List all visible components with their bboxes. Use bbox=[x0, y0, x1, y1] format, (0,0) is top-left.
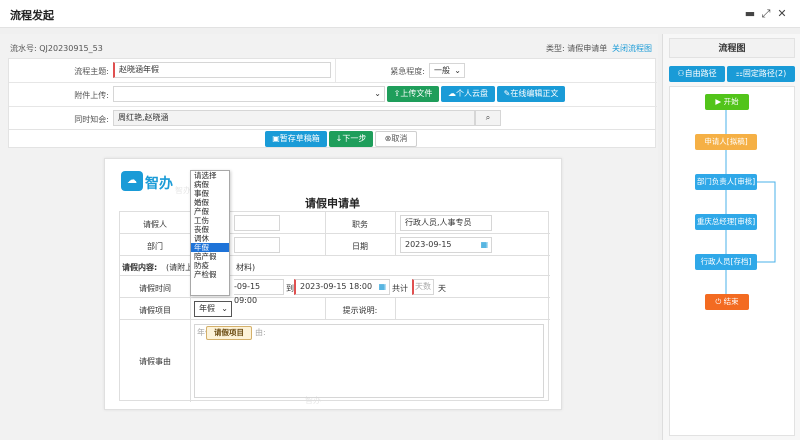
free-path-button[interactable]: ⚇自由路径 bbox=[669, 66, 725, 82]
fixed-path-button[interactable]: ⚏固定路径(2) bbox=[727, 66, 795, 82]
save-icon: ▣ bbox=[272, 134, 280, 143]
flow-node-dept-head[interactable]: 部门负责人[审批] bbox=[695, 174, 757, 190]
date-input[interactable]: 2023-09-15▦ bbox=[400, 237, 492, 253]
flow-node-admin[interactable]: 行政人员[存档] bbox=[695, 254, 757, 270]
next-step-button[interactable]: ↓下一步 bbox=[329, 131, 373, 147]
notify-row: 同时知会: 周红艳,赵晓涵 ⌕ bbox=[9, 107, 657, 131]
upload-file-button[interactable]: ⇪上传文件 bbox=[387, 86, 439, 102]
subject-input[interactable]: 赵晓涵年假 bbox=[113, 62, 331, 78]
dropdown-option[interactable]: 丧假 bbox=[191, 225, 229, 234]
save-draft-button[interactable]: ▣暂存草稿箱 bbox=[265, 131, 327, 147]
leave-form: ☁ 智办 请假申请单 智办 智办 智办 请假人 职务 行政人员,人事专员 部门 … bbox=[104, 158, 562, 410]
flow-node-end[interactable]: ⏻ 结束 bbox=[705, 294, 749, 310]
chevron-down-icon: ⌄ bbox=[221, 302, 228, 316]
calendar-icon: ▦ bbox=[480, 238, 488, 252]
close-icon[interactable]: ✕ bbox=[776, 8, 788, 20]
online-edit-button[interactable]: ✎在线编辑正文 bbox=[497, 86, 565, 102]
window-titlebar: 流程发起 ▬ ⤢ ✕ bbox=[0, 0, 800, 28]
dropdown-option[interactable]: 工伤 bbox=[191, 216, 229, 225]
chevron-down-icon: ⌄ bbox=[374, 87, 381, 101]
form-table: 请假人 职务 行政人员,人事专员 部门 日期 2023-09-15▦ 请假内容:… bbox=[119, 211, 549, 401]
dept-input[interactable] bbox=[234, 237, 280, 253]
personal-cloud-button[interactable]: ☁个人云盘 bbox=[441, 86, 495, 102]
dropdown-option[interactable]: 年假 bbox=[191, 243, 229, 252]
start-time-input[interactable]: -09-15 09:00 bbox=[234, 279, 284, 295]
search-icon[interactable]: ⌕ bbox=[475, 110, 501, 126]
flowchart-sidebar: 流程图 ⚇自由路径 ⚏固定路径(2) ▶ 开始 申请人[拟稿] 部门负责人[审批… bbox=[662, 34, 800, 440]
subject-row: 流程主题: 赵晓涵年假 紧急程度: 一般⌄ bbox=[9, 59, 657, 83]
flow-info-panel: 流程主题: 赵晓涵年假 紧急程度: 一般⌄ 附件上传: ⌄ ⇪上传文件 ☁个人云… bbox=[8, 58, 656, 130]
attachment-row: 附件上传: ⌄ ⇪上传文件 ☁个人云盘 ✎在线编辑正文 bbox=[9, 83, 657, 107]
logo-text: 智办 bbox=[145, 173, 173, 193]
tooltip: 请假项目 bbox=[206, 326, 252, 340]
position-input[interactable]: 行政人员,人事专员 bbox=[400, 215, 492, 231]
dropdown-option[interactable]: 病假 bbox=[191, 180, 229, 189]
days-input[interactable]: 天数 bbox=[412, 279, 434, 295]
form-title: 请假申请单 bbox=[305, 195, 360, 211]
flow-node-gm[interactable]: 重庆总经理[审核] bbox=[695, 214, 757, 230]
dropdown-option[interactable]: 产检假 bbox=[191, 270, 229, 279]
dropdown-option[interactable]: 产假 bbox=[191, 207, 229, 216]
dropdown-option[interactable]: 防疫 bbox=[191, 261, 229, 270]
end-time-input[interactable]: 2023-09-15 18:00▦ bbox=[294, 279, 390, 295]
applicant-input[interactable] bbox=[234, 215, 280, 231]
dropdown-option[interactable]: 调休 bbox=[191, 234, 229, 243]
action-bar: ▣暂存草稿箱 ↓下一步 ⊗取消 bbox=[8, 130, 656, 148]
maximize-icon[interactable]: ⤢ bbox=[760, 8, 772, 20]
dropdown-option[interactable]: 请选择 bbox=[191, 171, 229, 180]
play-icon: ▶ bbox=[715, 97, 721, 106]
minimize-icon[interactable]: ▬ bbox=[744, 8, 756, 20]
flowchart-title: 流程图 bbox=[669, 38, 795, 58]
cancel-button[interactable]: ⊗取消 bbox=[375, 131, 417, 147]
cloud-icon: ☁ bbox=[448, 89, 456, 98]
chevron-down-icon: ⌄ bbox=[454, 64, 461, 78]
serial-number: 流水号: QJ20230915_53 bbox=[10, 43, 103, 54]
share-icon: ⚇ bbox=[677, 69, 684, 78]
dropdown-option[interactable]: 陪产假 bbox=[191, 252, 229, 261]
logo-icon: ☁ bbox=[121, 171, 143, 191]
notify-input[interactable]: 周红艳,赵晓涵 bbox=[113, 110, 475, 126]
leave-type-select[interactable]: 年假⌄ bbox=[194, 301, 232, 317]
close-flowchart-link[interactable]: 关闭流程图 bbox=[612, 43, 652, 54]
path-icon: ⚏ bbox=[736, 69, 743, 78]
dropdown-option[interactable]: 事假 bbox=[191, 189, 229, 198]
flow-type: 类型: 请假申请单 bbox=[546, 43, 607, 54]
flow-node-start[interactable]: ▶ 开始 bbox=[705, 94, 749, 110]
leave-type-dropdown: 请选择病假事假婚假产假工伤丧假调休年假陪产假防疫产检假 bbox=[190, 170, 230, 296]
attachment-select[interactable]: ⌄ bbox=[113, 86, 385, 102]
calendar-icon: ▦ bbox=[378, 280, 386, 294]
window-title: 流程发起 bbox=[10, 7, 54, 23]
dropdown-option[interactable]: 婚假 bbox=[191, 198, 229, 207]
power-icon: ⏻ bbox=[715, 297, 721, 306]
flow-node-applicant[interactable]: 申请人[拟稿] bbox=[695, 134, 757, 150]
urgency-select[interactable]: 一般⌄ bbox=[429, 63, 465, 78]
